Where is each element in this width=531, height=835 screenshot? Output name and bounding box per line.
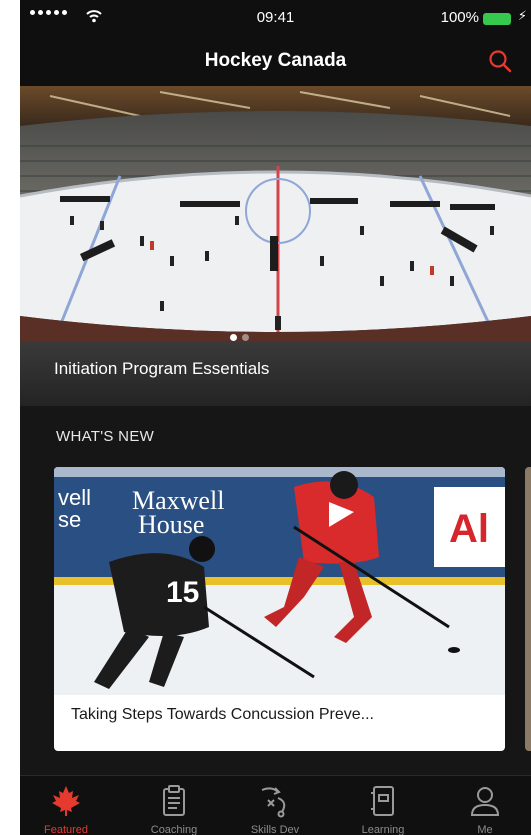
whats-new-heading: WHAT'S NEW — [56, 428, 155, 445]
tab-me-label: Me — [477, 824, 493, 835]
news-card[interactable]: Al vell se Maxwell House 15 Taking Steps… — [54, 467, 505, 751]
tab-featured-label: Featured — [43, 824, 89, 835]
carousel-caption-text: Initiation Program Essentials — [54, 359, 270, 378]
pager-dot-active[interactable] — [230, 334, 237, 341]
battery-icon — [483, 13, 511, 25]
next-news-card[interactable] — [525, 467, 531, 751]
play-diagram-icon — [261, 787, 286, 818]
tab-me[interactable]: Me — [440, 784, 530, 835]
tab-bar: Featured Coaching Skills Dev Learning Me — [20, 775, 531, 835]
tab-learning[interactable]: Learning — [338, 784, 428, 835]
hockey-players-image: Al vell se Maxwell House 15 — [54, 467, 505, 695]
tab-coaching-label: Coaching — [150, 824, 198, 835]
pager-dot[interactable] — [242, 334, 249, 341]
tab-learning-label: Learning — [361, 824, 405, 835]
carousel-caption: Initiation Program Essentials — [20, 341, 531, 406]
banner-text-2: se — [58, 507, 81, 532]
charging-icon: ⚡ — [517, 8, 527, 23]
tab-skills-dev-label: Skills Dev — [250, 824, 300, 835]
app-screen: 09:41 100% ⚡ Hockey Canada Initiation Pr… — [20, 0, 531, 835]
book-icon — [371, 786, 394, 816]
news-card-title: Taking Steps Towards Concussion Preve... — [71, 706, 374, 723]
navigation-bar: Hockey Canada — [20, 38, 531, 86]
jersey-number: 15 — [166, 576, 199, 609]
arena-practice-image — [20, 86, 531, 341]
battery-percentage: 100% — [440, 9, 479, 26]
tab-coaching[interactable]: Coaching — [129, 784, 219, 835]
tab-skills-dev[interactable]: Skills Dev — [230, 784, 320, 835]
maple-leaf-icon — [52, 786, 80, 816]
status-bar: 09:41 100% ⚡ — [20, 0, 531, 38]
featured-carousel[interactable]: Initiation Program Essentials — [20, 86, 531, 406]
person-icon — [470, 787, 500, 816]
search-icon[interactable] — [487, 48, 513, 74]
page-title: Hockey Canada — [204, 50, 347, 71]
clipboard-icon — [163, 785, 185, 816]
banner-letter-a: Al — [449, 507, 489, 551]
banner-brand-2: House — [138, 510, 204, 539]
carousel-pager[interactable] — [230, 334, 249, 341]
tab-featured[interactable]: Featured — [21, 784, 111, 835]
